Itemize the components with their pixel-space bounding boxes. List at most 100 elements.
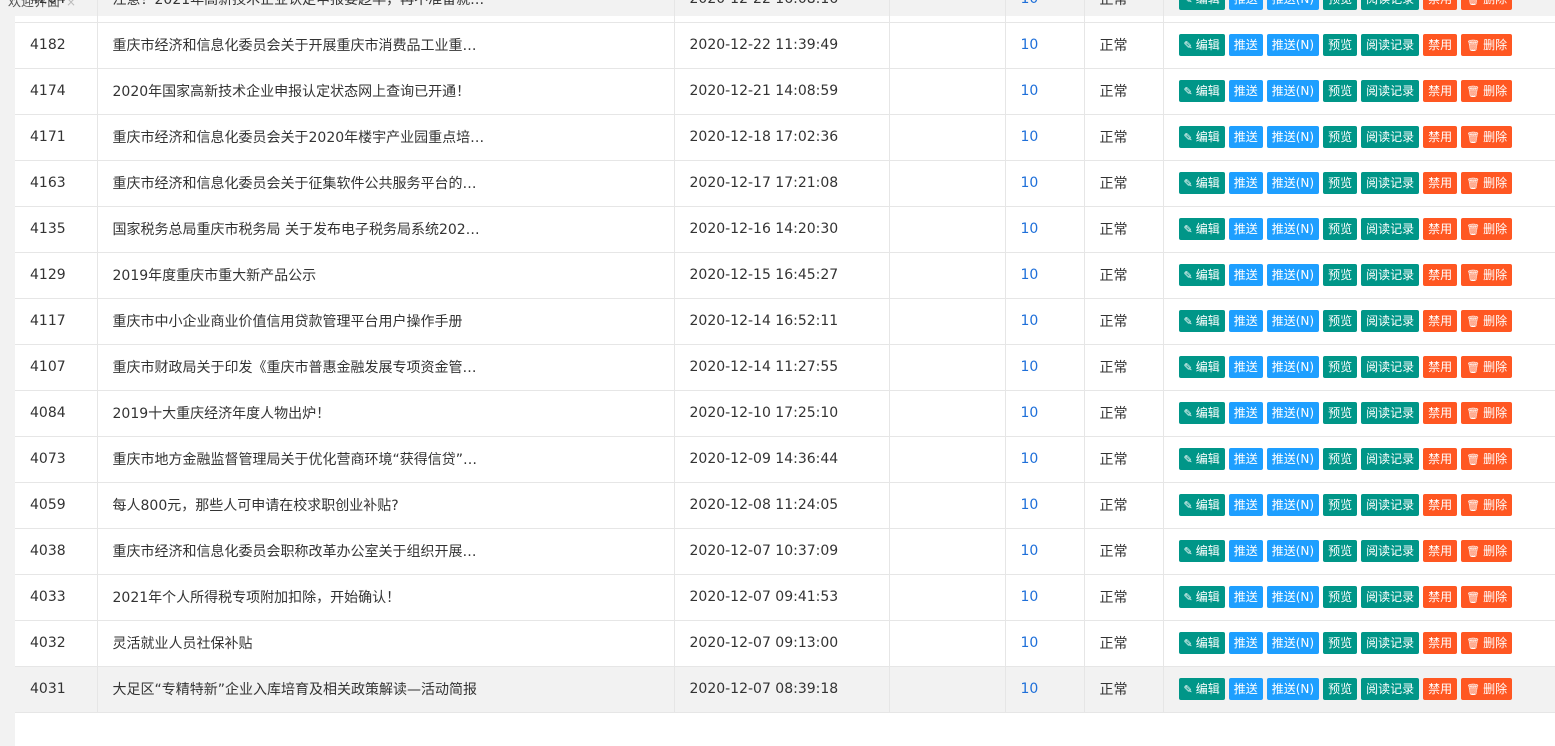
preview-button[interactable]: 预览 [1323, 0, 1358, 10]
push-n-button[interactable]: 推送(N) [1266, 218, 1320, 240]
edit-button[interactable]: ✎编辑 [1178, 494, 1225, 516]
delete-button[interactable]: 🗑删除 [1461, 402, 1513, 424]
preview-button[interactable]: 预览 [1323, 264, 1358, 286]
preview-button[interactable]: 预览 [1323, 494, 1358, 516]
views-link[interactable]: 10 [1021, 221, 1039, 237]
read-log-button[interactable]: 阅读记录 [1361, 678, 1420, 700]
read-log-button[interactable]: 阅读记录 [1361, 0, 1420, 10]
push-button[interactable]: 推送 [1228, 34, 1263, 56]
edit-button[interactable]: ✎编辑 [1178, 218, 1225, 240]
push-button[interactable]: 推送 [1228, 586, 1263, 608]
push-n-button[interactable]: 推送(N) [1266, 494, 1320, 516]
push-button[interactable]: 推送 [1228, 402, 1263, 424]
edit-button[interactable]: ✎编辑 [1178, 264, 1225, 286]
edit-button[interactable]: ✎编辑 [1178, 126, 1225, 148]
delete-button[interactable]: 🗑删除 [1461, 80, 1513, 102]
delete-button[interactable]: 🗑删除 [1461, 264, 1513, 286]
push-n-button[interactable]: 推送(N) [1266, 586, 1320, 608]
disable-button[interactable]: 禁用 [1423, 310, 1458, 332]
preview-button[interactable]: 预览 [1323, 80, 1358, 102]
preview-button[interactable]: 预览 [1323, 678, 1358, 700]
push-n-button[interactable]: 推送(N) [1266, 80, 1320, 102]
push-n-button[interactable]: 推送(N) [1266, 310, 1320, 332]
edit-button[interactable]: ✎编辑 [1178, 586, 1225, 608]
push-n-button[interactable]: 推送(N) [1266, 632, 1320, 654]
views-link[interactable]: 10 [1021, 589, 1039, 605]
views-link[interactable]: 10 [1021, 497, 1039, 513]
push-button[interactable]: 推送 [1228, 172, 1263, 194]
push-button[interactable]: 推送 [1228, 264, 1263, 286]
push-button[interactable]: 推送 [1228, 678, 1263, 700]
push-button[interactable]: 推送 [1228, 0, 1263, 10]
delete-button[interactable]: 🗑删除 [1461, 632, 1513, 654]
disable-button[interactable]: 禁用 [1423, 402, 1458, 424]
read-log-button[interactable]: 阅读记录 [1361, 448, 1420, 470]
edit-button[interactable]: ✎编辑 [1178, 0, 1225, 10]
disable-button[interactable]: 禁用 [1423, 80, 1458, 102]
disable-button[interactable]: 禁用 [1423, 494, 1458, 516]
views-link[interactable]: 10 [1021, 175, 1039, 191]
edit-button[interactable]: ✎编辑 [1178, 80, 1225, 102]
read-log-button[interactable]: 阅读记录 [1361, 402, 1420, 424]
delete-button[interactable]: 🗑删除 [1461, 310, 1513, 332]
disable-button[interactable]: 禁用 [1423, 0, 1458, 10]
disable-button[interactable]: 禁用 [1423, 34, 1458, 56]
read-log-button[interactable]: 阅读记录 [1361, 310, 1420, 332]
push-n-button[interactable]: 推送(N) [1266, 0, 1320, 10]
read-log-button[interactable]: 阅读记录 [1361, 218, 1420, 240]
read-log-button[interactable]: 阅读记录 [1361, 172, 1420, 194]
views-link[interactable]: 10 [1021, 359, 1039, 375]
push-button[interactable]: 推送 [1228, 494, 1263, 516]
edit-button[interactable]: ✎编辑 [1178, 678, 1225, 700]
delete-button[interactable]: 🗑删除 [1461, 586, 1513, 608]
edit-button[interactable]: ✎编辑 [1178, 632, 1225, 654]
disable-button[interactable]: 禁用 [1423, 632, 1458, 654]
push-button[interactable]: 推送 [1228, 356, 1263, 378]
edit-button[interactable]: ✎编辑 [1178, 448, 1225, 470]
views-link[interactable]: 10 [1021, 129, 1039, 145]
preview-button[interactable]: 预览 [1323, 540, 1358, 562]
views-link[interactable]: 10 [1021, 635, 1039, 651]
read-log-button[interactable]: 阅读记录 [1361, 632, 1420, 654]
edit-button[interactable]: ✎编辑 [1178, 402, 1225, 424]
views-link[interactable]: 10 [1021, 83, 1039, 99]
edit-button[interactable]: ✎编辑 [1178, 540, 1225, 562]
push-n-button[interactable]: 推送(N) [1266, 126, 1320, 148]
disable-button[interactable]: 禁用 [1423, 678, 1458, 700]
push-n-button[interactable]: 推送(N) [1266, 448, 1320, 470]
push-button[interactable]: 推送 [1228, 310, 1263, 332]
read-log-button[interactable]: 阅读记录 [1361, 80, 1420, 102]
delete-button[interactable]: 🗑删除 [1461, 540, 1513, 562]
preview-button[interactable]: 预览 [1323, 586, 1358, 608]
preview-button[interactable]: 预览 [1323, 126, 1358, 148]
read-log-button[interactable]: 阅读记录 [1361, 264, 1420, 286]
delete-button[interactable]: 🗑删除 [1461, 0, 1513, 10]
delete-button[interactable]: 🗑删除 [1461, 448, 1513, 470]
views-link[interactable]: 10 [1021, 405, 1039, 421]
delete-button[interactable]: 🗑删除 [1461, 678, 1513, 700]
push-n-button[interactable]: 推送(N) [1266, 34, 1320, 56]
delete-button[interactable]: 🗑删除 [1461, 218, 1513, 240]
delete-button[interactable]: 🗑删除 [1461, 126, 1513, 148]
read-log-button[interactable]: 阅读记录 [1361, 586, 1420, 608]
push-n-button[interactable]: 推送(N) [1266, 540, 1320, 562]
delete-button[interactable]: 🗑删除 [1461, 34, 1513, 56]
views-link[interactable]: 10 [1021, 313, 1039, 329]
push-n-button[interactable]: 推送(N) [1266, 356, 1320, 378]
push-n-button[interactable]: 推送(N) [1266, 172, 1320, 194]
preview-button[interactable]: 预览 [1323, 356, 1358, 378]
read-log-button[interactable]: 阅读记录 [1361, 34, 1420, 56]
push-button[interactable]: 推送 [1228, 448, 1263, 470]
preview-button[interactable]: 预览 [1323, 310, 1358, 332]
delete-button[interactable]: 🗑删除 [1461, 172, 1513, 194]
push-button[interactable]: 推送 [1228, 126, 1263, 148]
preview-button[interactable]: 预览 [1323, 448, 1358, 470]
disable-button[interactable]: 禁用 [1423, 126, 1458, 148]
preview-button[interactable]: 预览 [1323, 402, 1358, 424]
views-link[interactable]: 10 [1021, 681, 1039, 697]
push-button[interactable]: 推送 [1228, 218, 1263, 240]
disable-button[interactable]: 禁用 [1423, 586, 1458, 608]
views-link[interactable]: 10 [1021, 451, 1039, 467]
push-n-button[interactable]: 推送(N) [1266, 264, 1320, 286]
read-log-button[interactable]: 阅读记录 [1361, 540, 1420, 562]
